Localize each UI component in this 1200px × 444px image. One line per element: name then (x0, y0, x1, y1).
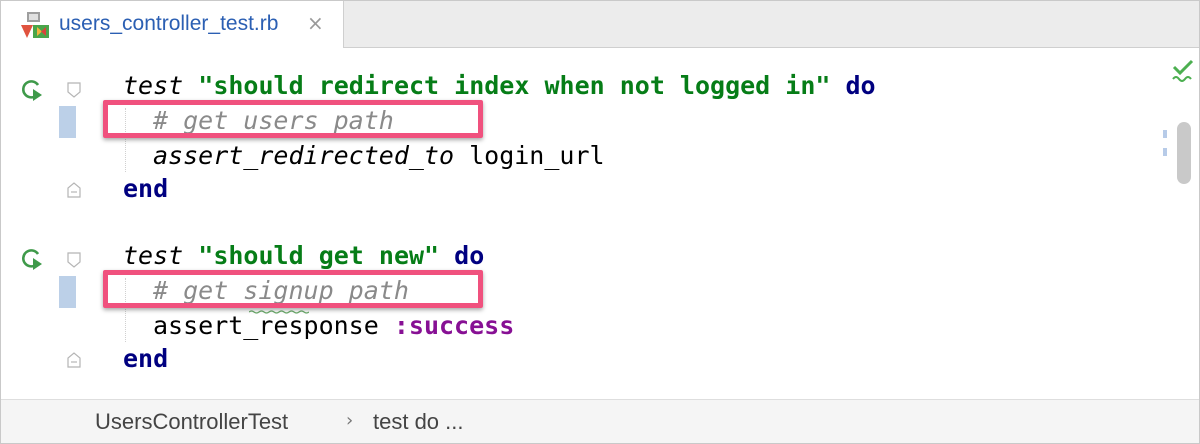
tab-title: users_controller_test.rb (59, 12, 279, 35)
scroll-marker (1163, 148, 1167, 156)
editor-window: users_controller_test.rb × test "should … (0, 0, 1200, 444)
comment-highlight-box (103, 270, 483, 308)
change-marker[interactable] (59, 106, 76, 138)
ruby-file-icon (21, 12, 49, 38)
fold-end-icon[interactable] (67, 352, 81, 368)
close-icon[interactable]: × (307, 11, 324, 35)
comment-highlight-box (103, 100, 483, 138)
code-line[interactable]: assert_redirected_to login_url (153, 140, 605, 172)
run-test-icon[interactable] (18, 76, 44, 102)
breadcrumb-item-method[interactable]: test do ... (373, 409, 464, 435)
tab-users-controller-test[interactable]: users_controller_test.rb × (1, 1, 344, 48)
code-line[interactable]: end (123, 173, 168, 205)
fold-end-icon[interactable] (67, 182, 81, 198)
code-line[interactable]: assert_response :success (153, 310, 514, 342)
change-marker[interactable] (59, 276, 76, 308)
run-test-icon[interactable] (18, 245, 44, 271)
inspection-ok-check-icon[interactable] (1171, 59, 1195, 85)
code-line[interactable]: end (123, 343, 168, 375)
fold-start-icon[interactable] (67, 252, 81, 268)
breadcrumb-separator: › (346, 410, 354, 431)
code-line[interactable]: test "should get new" do (123, 240, 484, 272)
fold-start-icon[interactable] (67, 82, 81, 98)
vertical-scrollbar[interactable] (1177, 122, 1191, 184)
scroll-marker (1163, 130, 1167, 138)
breadcrumb: UsersControllerTest › test do ... (1, 399, 1199, 443)
tab-bar: users_controller_test.rb × (1, 1, 1199, 48)
code-line[interactable]: test "should redirect index when not log… (123, 70, 876, 102)
code-editor[interactable]: test "should redirect index when not log… (1, 48, 1199, 398)
breadcrumb-item-class[interactable]: UsersControllerTest (95, 409, 288, 435)
